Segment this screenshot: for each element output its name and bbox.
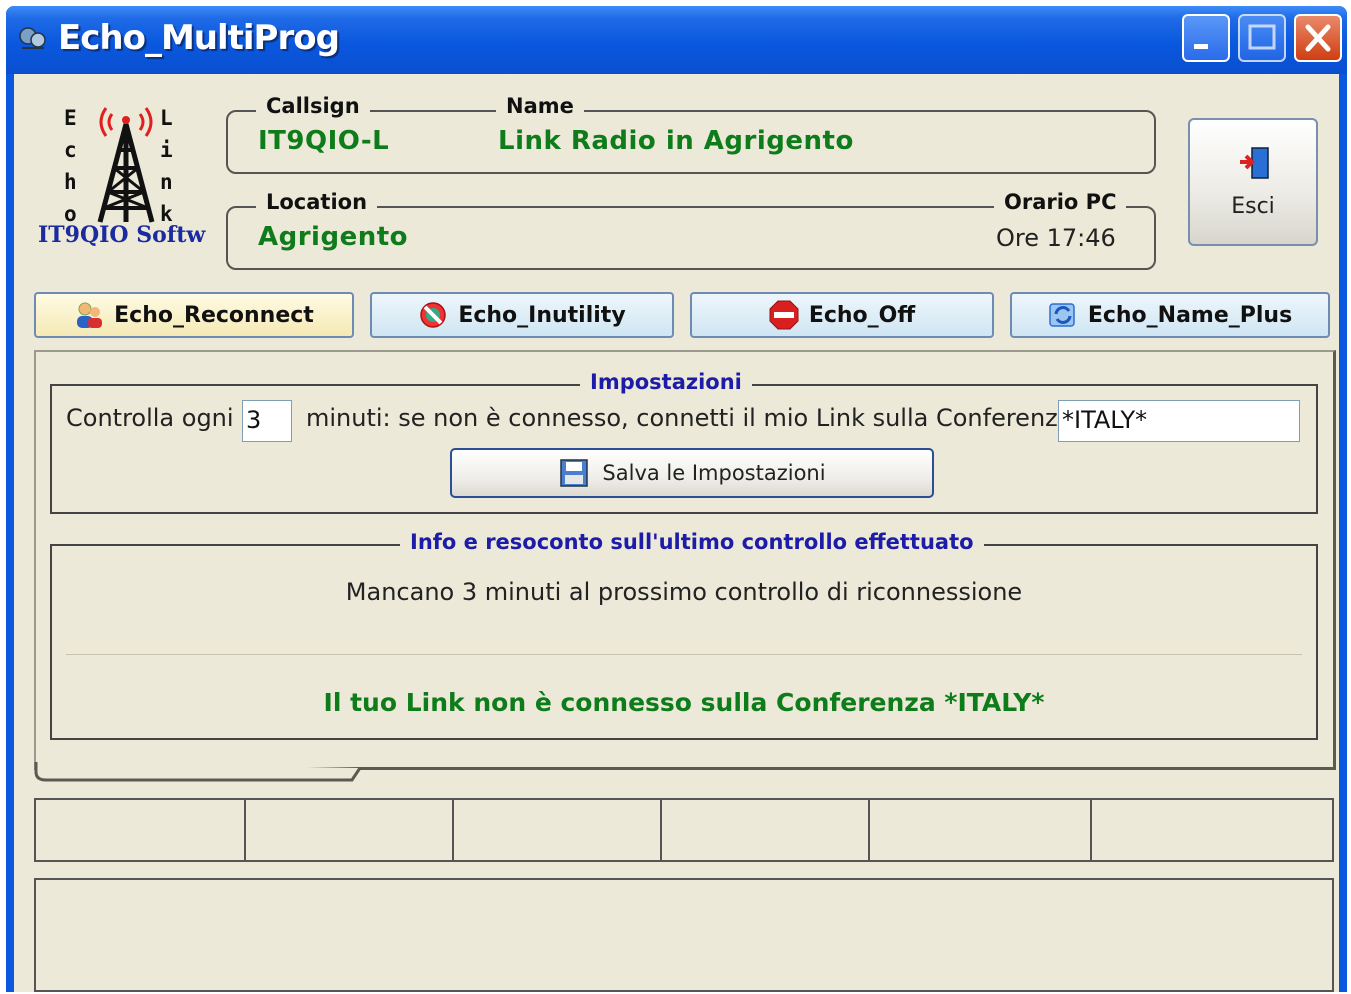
tab-echo-off[interactable]: Echo_Off [690,292,994,338]
exit-button[interactable]: Esci [1188,118,1318,246]
clock-label: Orario PC [994,190,1127,214]
logo-caption: IT9QIO Softw [38,222,206,248]
info-divider [66,654,1302,655]
client-area: E c h o L i n k IT9QIO Softw Callsign Na… [14,74,1339,992]
exit-door-icon [1240,147,1269,179]
connection-status-text: Il tuo Link non è connesso sulla Confere… [323,688,1045,717]
log-area [34,878,1334,992]
name-label: Name [496,94,584,118]
logo-letter: L [160,106,173,130]
refresh-icon [1049,303,1075,327]
users-icon [77,302,103,328]
tab-panel-notch [34,762,362,782]
no-entry-icon [420,302,447,328]
check-prefix-label: Controlla ogni [66,404,234,432]
location-value: Agrigento [258,222,409,252]
minutes-input[interactable]: 3 [242,400,292,442]
save-settings-button[interactable]: Salva le Impostazioni [450,448,934,498]
window-title: Echo_MultiProg [58,18,340,58]
logo-letter: i [160,138,173,162]
check-suffix-label: minuti: se non è connesso, connetti il m… [306,404,1073,432]
status-cell [246,800,454,860]
logo-letter: n [160,170,173,194]
tab-label: Echo_Off [808,302,916,328]
status-cell [454,800,662,860]
location-label: Location [256,190,378,214]
status-cell [870,800,1092,860]
status-bar [34,798,1334,862]
info-title: Info e resoconto sull'ultimo controllo e… [400,530,984,554]
countdown-text: Mancano 3 minuti al prossimo controllo d… [345,578,1023,606]
exit-label: Esci [1231,194,1275,219]
clock-value: Ore 17:46 [996,224,1116,252]
callsign-label: Callsign [256,94,370,118]
save-settings-label: Salva le Impostazioni [602,461,826,485]
close-button[interactable] [1294,14,1342,62]
app-icon [19,27,46,49]
status-cell [662,800,870,860]
stop-sign-icon [769,300,799,330]
tab-label: Echo_Inutility [458,302,626,328]
close-icon [1305,24,1331,52]
status-cell [1092,800,1332,860]
tab-label: Echo_Reconnect [114,302,314,328]
name-value: Link Radio in Agrigento [498,126,854,156]
maximize-button[interactable] [1238,14,1286,62]
tab-echo-reconnect[interactable]: Echo_Reconnect [34,292,354,338]
logo-letter: c [64,138,77,162]
floppy-disk-icon [560,459,589,487]
logo-letter: h [64,170,77,194]
tab-label: Echo_Name_Plus [1087,302,1293,328]
minimize-button[interactable] [1182,14,1230,62]
status-cell [36,800,246,860]
minimize-icon [1194,44,1208,49]
logo-letter: E [64,106,77,130]
antenna-tower-icon [97,107,155,223]
conference-input[interactable]: *ITALY* [1058,400,1300,442]
settings-title: Impostazioni [580,370,752,394]
tab-echo-inutility[interactable]: Echo_Inutility [370,292,674,338]
callsign-value: IT9QIO-L [258,126,390,156]
title-bar[interactable]: Echo_MultiProg [6,6,1347,74]
maximize-icon [1248,24,1276,50]
tab-echo-name-plus[interactable]: Echo_Name_Plus [1010,292,1330,338]
app-window: Echo_MultiProg E c h o L i n k IT9QIO So… [6,6,1347,992]
